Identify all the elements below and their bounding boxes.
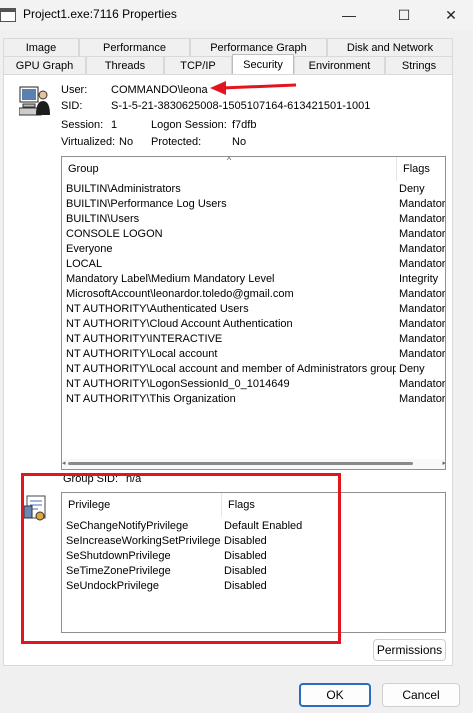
tab-security[interactable]: Security: [232, 54, 294, 74]
scroll-left-icon[interactable]: ◂: [62, 459, 66, 467]
tab-strings[interactable]: Strings: [385, 56, 453, 74]
group-row-name[interactable]: NT AUTHORITY\Authenticated Users: [66, 303, 396, 315]
group-row-flags[interactable]: Mandator: [399, 333, 445, 345]
ok-button[interactable]: OK: [299, 683, 371, 707]
group-row-flags[interactable]: Mandator: [399, 258, 445, 270]
group-row-name[interactable]: MicrosoftAccount\leonardor.toledo@gmail.…: [66, 288, 396, 300]
title-bar: Project1.exe:7116 Properties — ☐ ✕: [0, 0, 473, 30]
group-row-flags[interactable]: Mandator: [399, 213, 445, 225]
tab-image[interactable]: Image: [3, 38, 79, 56]
group-row-name[interactable]: CONSOLE LOGON: [66, 228, 396, 240]
virtualized-value: No: [119, 136, 134, 148]
group-row-name[interactable]: Mandatory Label\Medium Mandatory Level: [66, 273, 396, 285]
group-row-flags[interactable]: Mandator: [399, 228, 445, 240]
sid-label: SID:: [61, 100, 83, 112]
user-value: COMMANDO\leona: [111, 84, 208, 96]
annotation-highlight-box: [21, 473, 341, 644]
group-row-flags[interactable]: Mandator: [399, 243, 445, 255]
user-label: User:: [61, 84, 88, 96]
annotation-arrow-icon: [210, 81, 297, 95]
session-label: Session:: [61, 119, 104, 131]
cancel-button[interactable]: Cancel: [382, 683, 460, 707]
minimize-button[interactable]: —: [326, 0, 372, 30]
tab-environment[interactable]: Environment: [294, 56, 385, 74]
tab-performance[interactable]: Performance: [79, 38, 190, 56]
group-row-name[interactable]: NT AUTHORITY\LogonSessionId_0_1014649: [66, 378, 396, 390]
group-row-flags[interactable]: Deny: [399, 363, 445, 375]
window-title: Project1.exe:7116 Properties: [23, 7, 177, 21]
group-row-flags[interactable]: Mandator: [399, 393, 445, 405]
group-row-flags[interactable]: Mandator: [399, 318, 445, 330]
logon-session-label: Logon Session:: [151, 119, 227, 131]
session-value: 1: [111, 119, 118, 131]
group-row-name[interactable]: BUILTIN\Performance Log Users: [66, 198, 396, 210]
protected-label: Protected:: [151, 136, 202, 148]
group-row-name[interactable]: Everyone: [66, 243, 396, 255]
group-row-name[interactable]: BUILTIN\Administrators: [66, 183, 396, 195]
group-row-name[interactable]: NT AUTHORITY\This Organization: [66, 393, 396, 405]
app-window-icon: [0, 8, 16, 22]
group-row-name[interactable]: LOCAL: [66, 258, 396, 270]
group-row-name[interactable]: NT AUTHORITY\Local account and member of…: [66, 363, 396, 375]
tab-threads[interactable]: Threads: [86, 56, 164, 74]
group-row-name[interactable]: NT AUTHORITY\Cloud Account Authenticatio…: [66, 318, 396, 330]
groups-scroll-thumb[interactable]: [68, 462, 413, 465]
group-row-flags[interactable]: Mandator: [399, 303, 445, 315]
groups-list[interactable]: Group Flags ^ BUILTIN\Administrators Deny…: [61, 156, 446, 470]
group-row-flags[interactable]: Deny: [399, 183, 445, 195]
protected-value: No: [232, 136, 247, 148]
groups-horizontal-scrollbar[interactable]: ◂ ▸: [62, 459, 445, 469]
close-button[interactable]: ✕: [428, 0, 473, 30]
sid-value: S-1-5-21-3830625008-1505107164-613421501…: [111, 100, 371, 112]
logon-session-value: f7dfb: [232, 119, 257, 131]
group-row-flags[interactable]: Mandator: [399, 378, 445, 390]
sort-ascending-icon: ^: [227, 156, 232, 165]
virtualized-label: Virtualized:: [61, 136, 116, 148]
group-row-flags[interactable]: Mandator: [399, 288, 445, 300]
tab-gpu-graph[interactable]: GPU Graph: [3, 56, 86, 74]
permissions-button[interactable]: Permissions: [373, 639, 446, 661]
user-computer-icon: [19, 86, 50, 116]
group-row-name[interactable]: NT AUTHORITY\INTERACTIVE: [66, 333, 396, 345]
group-row-flags[interactable]: Mandator: [399, 348, 445, 360]
group-row-flags[interactable]: Mandator: [399, 198, 445, 210]
scroll-right-icon[interactable]: ▸: [442, 459, 445, 467]
group-row-name[interactable]: NT AUTHORITY\Local account: [66, 348, 396, 360]
maximize-button[interactable]: ☐: [381, 0, 427, 30]
tab-tcp-ip[interactable]: TCP/IP: [164, 56, 232, 74]
group-row-flags[interactable]: Integrity: [399, 273, 445, 285]
flags-column-header[interactable]: Flags: [397, 157, 445, 181]
group-row-name[interactable]: BUILTIN\Users: [66, 213, 396, 225]
tab-disk-and-network[interactable]: Disk and Network: [327, 38, 453, 56]
